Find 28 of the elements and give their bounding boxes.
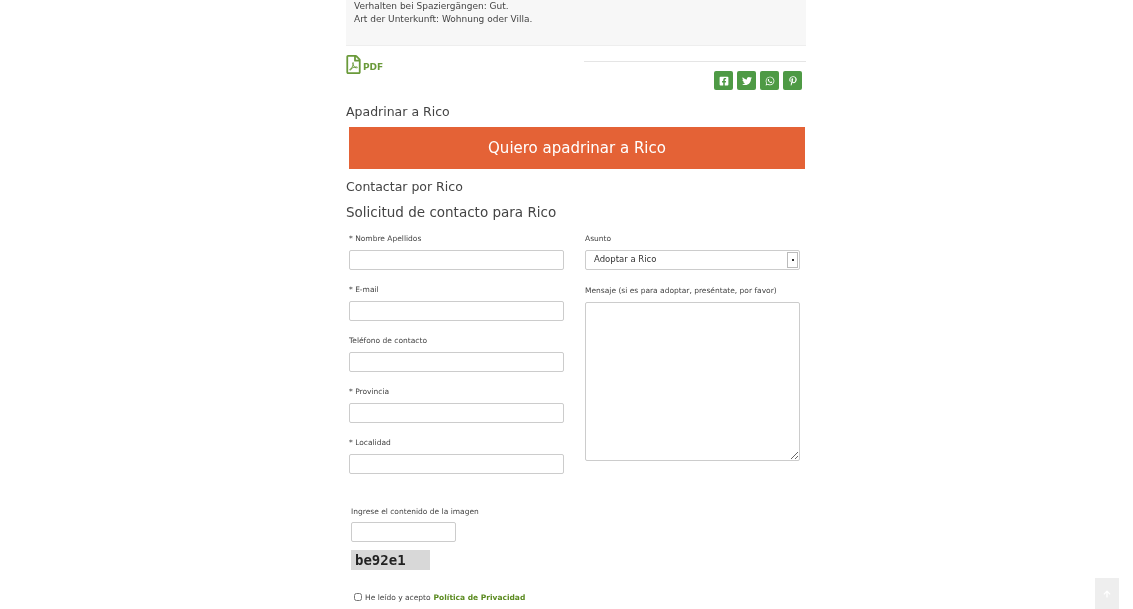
message-textarea[interactable] [585, 301, 800, 461]
text-field[interactable] [349, 453, 564, 474]
text-field[interactable] [349, 300, 564, 321]
text-field[interactable] [349, 351, 564, 372]
captcha-image: be92e1 [351, 549, 430, 570]
pdf-link[interactable]: PDF [346, 54, 384, 74]
twitter-icon [741, 75, 752, 86]
sponsor-button[interactable]: Quiero apadrinar a Rico [349, 126, 805, 169]
section-heading: Contactar por Rico [346, 177, 464, 196]
description-text: Verhalten bei Spaziergängen: Gut. [354, 0, 510, 13]
text-field[interactable] [349, 402, 564, 423]
twitter-share-button[interactable] [737, 71, 756, 90]
pdf-file-icon [346, 55, 361, 74]
facebook-share-button[interactable] [714, 71, 733, 90]
captcha-field[interactable] [351, 521, 456, 542]
select-value: Adoptar a Rico [594, 253, 657, 267]
form-title: Solicitud de contacto para Rico [346, 202, 558, 222]
whatsapp-share-button[interactable] [760, 71, 779, 90]
privacy-checkbox[interactable] [354, 593, 362, 602]
pinterest-icon [787, 75, 798, 86]
whatsapp-icon [764, 75, 775, 86]
facebook-icon [718, 75, 729, 86]
subject-select[interactable]: Adoptar a Rico [585, 249, 800, 270]
section-heading: Apadrinar a Rico [346, 103, 451, 121]
text-field[interactable] [349, 249, 564, 270]
description-text: Art der Unterkunft: Wohnung oder Villa. [354, 13, 534, 26]
dropdown-caret-icon [787, 251, 798, 268]
pinterest-share-button[interactable] [783, 71, 802, 90]
